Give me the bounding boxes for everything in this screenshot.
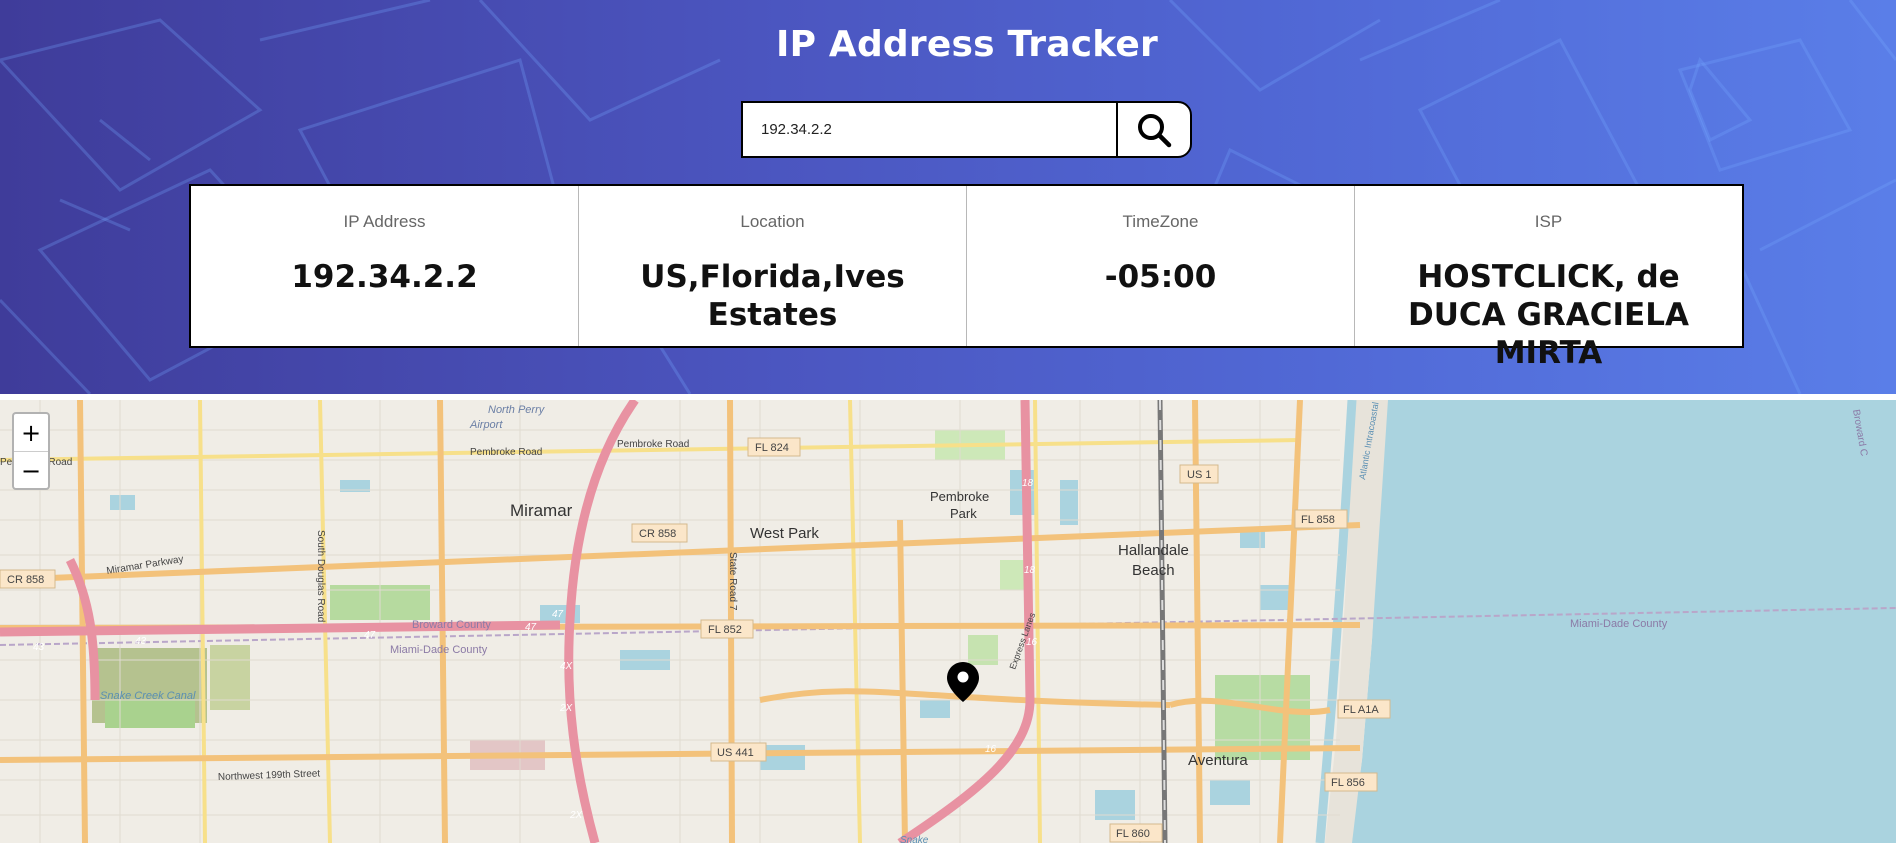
map-label-miramar: Miramar [510,501,573,520]
map-label-route-43: 43 [33,642,45,653]
page-title: IP Address Tracker [775,24,1158,65]
map-label-cr858-west: CR 858 [7,574,44,586]
isp-value: HOSTCLICK, de DUCA GRACIELA MIRTA [1408,259,1689,371]
timezone-label: TimeZone [1122,212,1199,231]
map-label-pembroke-park-1: Pembroke [930,489,989,504]
ip-info-panel: IP Address 192.34.2.2 Location US,Florid… [189,184,1744,371]
location-label: Location [740,212,805,231]
ip-search-form [741,101,1192,158]
map-label-pembroke-road-1: Pembroke Road [470,447,542,458]
map-label-west-park: West Park [750,525,819,542]
map-label-route-4x: 4X [560,661,573,672]
map-label-fl824: FL 824 [755,442,789,454]
map-label-miami-dade-county: Miami-Dade County [390,644,488,656]
location-cell: Location US,Florida,Ives Estates [579,186,967,346]
map-label-state-road-7: State Road 7 [727,552,738,611]
ip-address-cell: IP Address 192.34.2.2 [191,186,579,346]
map-label-snake-creek: Snake Creek Canal [100,690,196,702]
location-value: US,Florida,Ives Estates [640,259,905,333]
zoom-out-button[interactable]: − [14,452,48,489]
ip-search-input[interactable] [741,101,1116,158]
zoom-control: + − [12,412,50,490]
map-label-airport: Airport [469,419,503,431]
map-label-cr858-mid: CR 858 [639,528,676,540]
map-label-route-47b: 47 [525,622,537,633]
isp-cell: ISP HOSTCLICK, de DUCA GRACIELA MIRTA [1355,186,1742,371]
map-label-pembroke-park-2: Park [950,506,977,521]
map-label-broward-county: Broward County [412,619,491,631]
map-label-route-2x-b: 2X [569,810,583,821]
map-label-fla1a: FL A1A [1343,704,1379,716]
location-pin-icon[interactable] [946,661,980,703]
map-label-us441: US 441 [717,747,754,759]
map-label-aventura: Aventura [1188,752,1248,769]
map-label-north-perry: North Perry [488,404,546,416]
map-label-route-43b: 43 [135,636,147,647]
map-label-route-18b: 18 [1024,565,1036,576]
map-tiles[interactable]: North Perry Airport Pembroke Road Pembro… [0,400,1896,843]
map-label-south-douglas: South Douglas Road [315,530,326,622]
map-view[interactable]: North Perry Airport Pembroke Road Pembro… [0,400,1896,843]
ip-address-label: IP Address [343,212,426,231]
timezone-cell: TimeZone -05:00 [967,186,1355,346]
map-label-route-2x: 2X [559,703,573,714]
map-label-fl860: FL 860 [1116,828,1150,840]
map-label-route-47a: 47 [364,630,376,641]
map-label-fl856: FL 856 [1331,777,1365,789]
map-label-fl852: FL 852 [708,624,742,636]
map-label-route-16b: 16 [985,744,997,755]
map-label-miami-dade-county-east: Miami-Dade County [1570,618,1668,630]
header-banner: IP Address Tracker IP Address 192.34.2.2… [0,0,1896,394]
map-label-pembroke-road-2: Pembroke Road [617,439,689,450]
map-label-route-47c: 47 [552,609,564,620]
map-label-hallandale-1: Hallandale [1118,542,1189,559]
isp-label: ISP [1534,212,1563,231]
zoom-in-button[interactable]: + [14,414,48,452]
map-label-hallandale-2: Beach [1132,562,1175,579]
timezone-value: -05:00 [1104,259,1217,295]
ip-address-value: 192.34.2.2 [291,259,478,295]
search-icon [1138,113,1172,147]
map-label-route-18a: 18 [1022,478,1034,489]
map-label-us1: US 1 [1187,469,1211,481]
search-button[interactable] [1116,101,1192,158]
map-label-snake: Snake [900,835,929,843]
map-label-fl858-east: FL 858 [1301,514,1335,526]
